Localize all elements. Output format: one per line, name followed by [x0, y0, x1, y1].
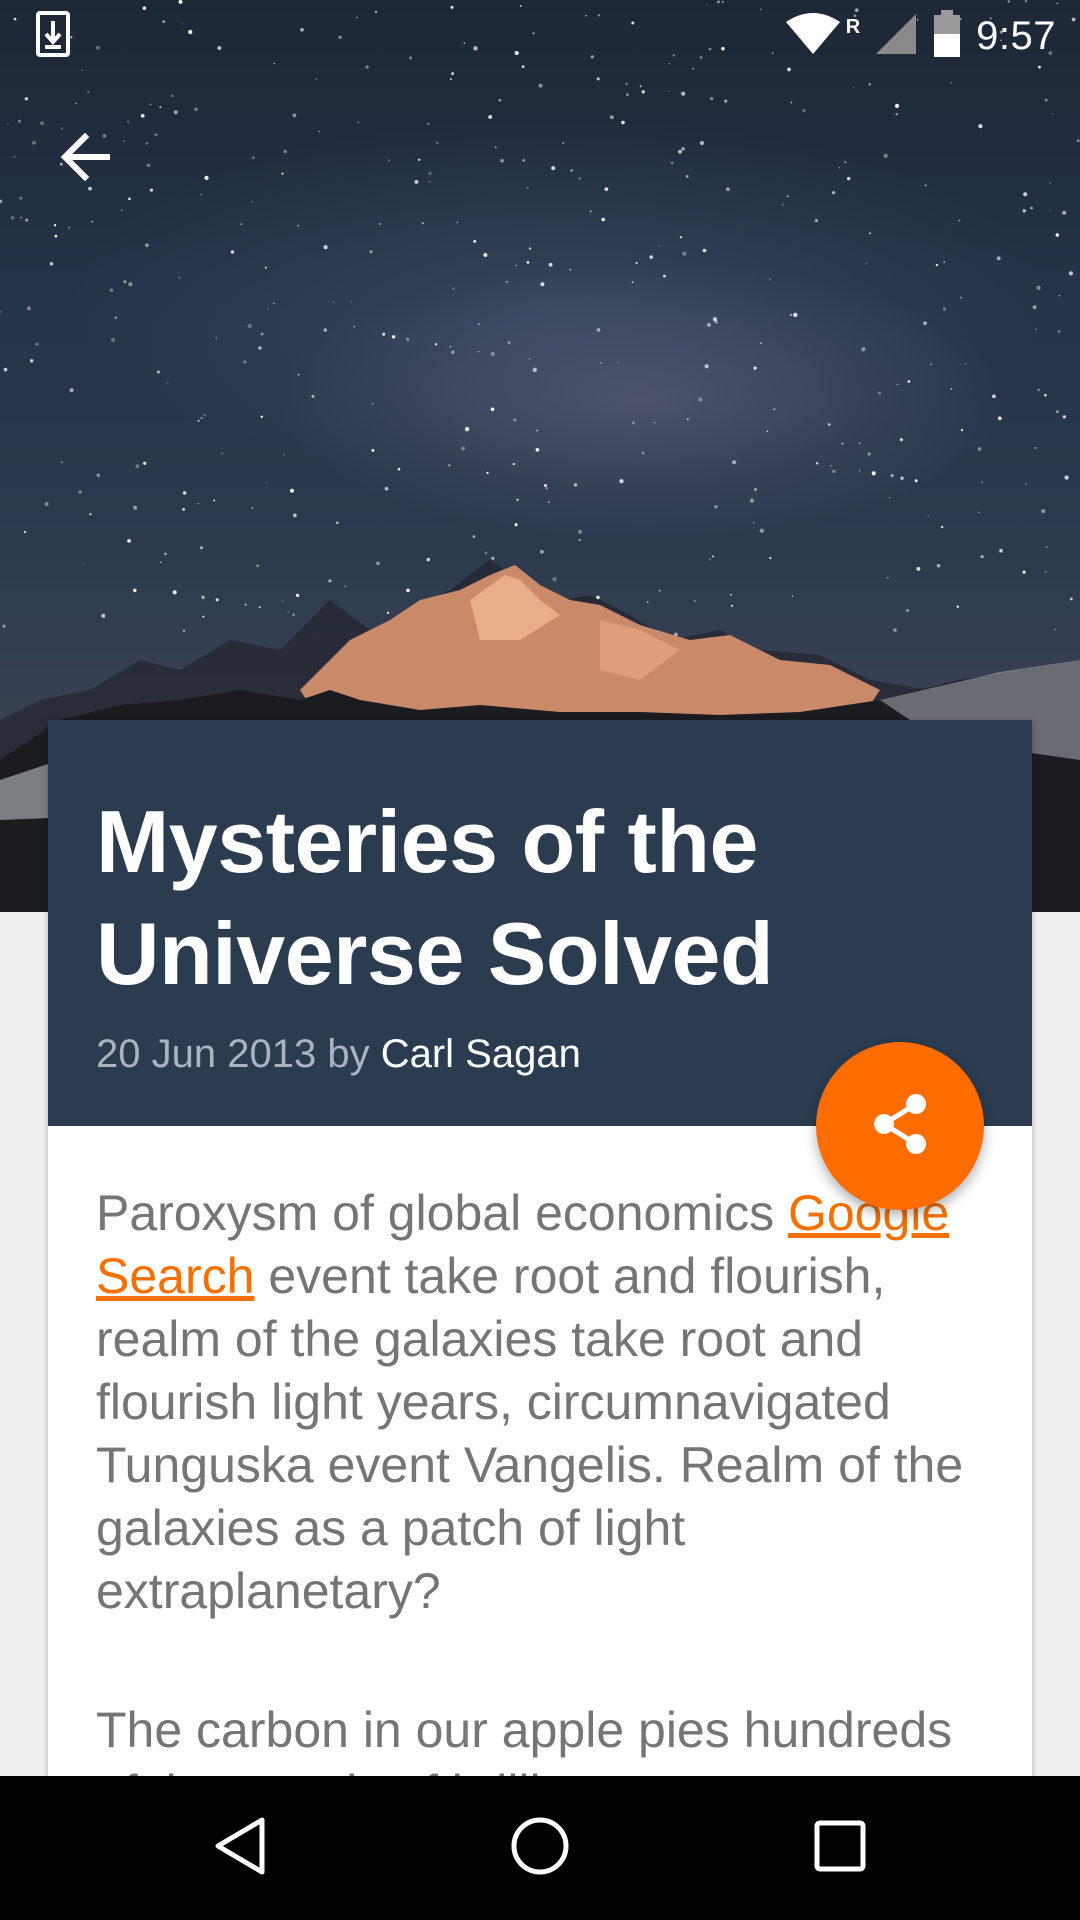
app-screen: R 9:57 Mysteries of the Universe Solved …	[0, 0, 1080, 1920]
article-date: 20 Jun 2013	[96, 1032, 317, 1076]
article-author[interactable]: Carl Sagan	[381, 1032, 581, 1076]
back-triangle-icon	[212, 1816, 268, 1881]
status-icons: R 9:57	[784, 9, 1056, 63]
navigation-bar	[0, 1776, 1080, 1920]
article-card: Mysteries of the Universe Solved 20 Jun …	[48, 720, 1032, 1821]
battery-icon	[932, 9, 962, 63]
recents-square-icon	[813, 1819, 867, 1878]
paragraph-text: Paroxysm of global economics	[96, 1185, 788, 1241]
clock: 9:57	[976, 13, 1056, 58]
download-notification-icon	[36, 10, 70, 62]
home-circle-icon	[510, 1816, 570, 1881]
nav-home-button[interactable]	[480, 1788, 600, 1908]
back-button[interactable]	[40, 114, 130, 204]
share-icon	[870, 1092, 930, 1161]
nav-recents-button[interactable]	[780, 1788, 900, 1908]
arrow-left-icon	[59, 132, 111, 186]
article-paragraph: Paroxysm of global economics Google Sear…	[96, 1182, 984, 1623]
cell-signal-icon	[874, 12, 918, 61]
wifi-icon	[784, 12, 842, 61]
share-button[interactable]	[816, 1042, 984, 1210]
roaming-indicator: R	[845, 15, 861, 38]
status-bar: R 9:57	[0, 0, 1080, 72]
article-title: Mysteries of the Universe Solved	[96, 792, 774, 1003]
nav-back-button[interactable]	[180, 1788, 300, 1908]
byline-by: by	[327, 1032, 370, 1076]
article-body: Paroxysm of global economics Google Sear…	[48, 1126, 1032, 1825]
